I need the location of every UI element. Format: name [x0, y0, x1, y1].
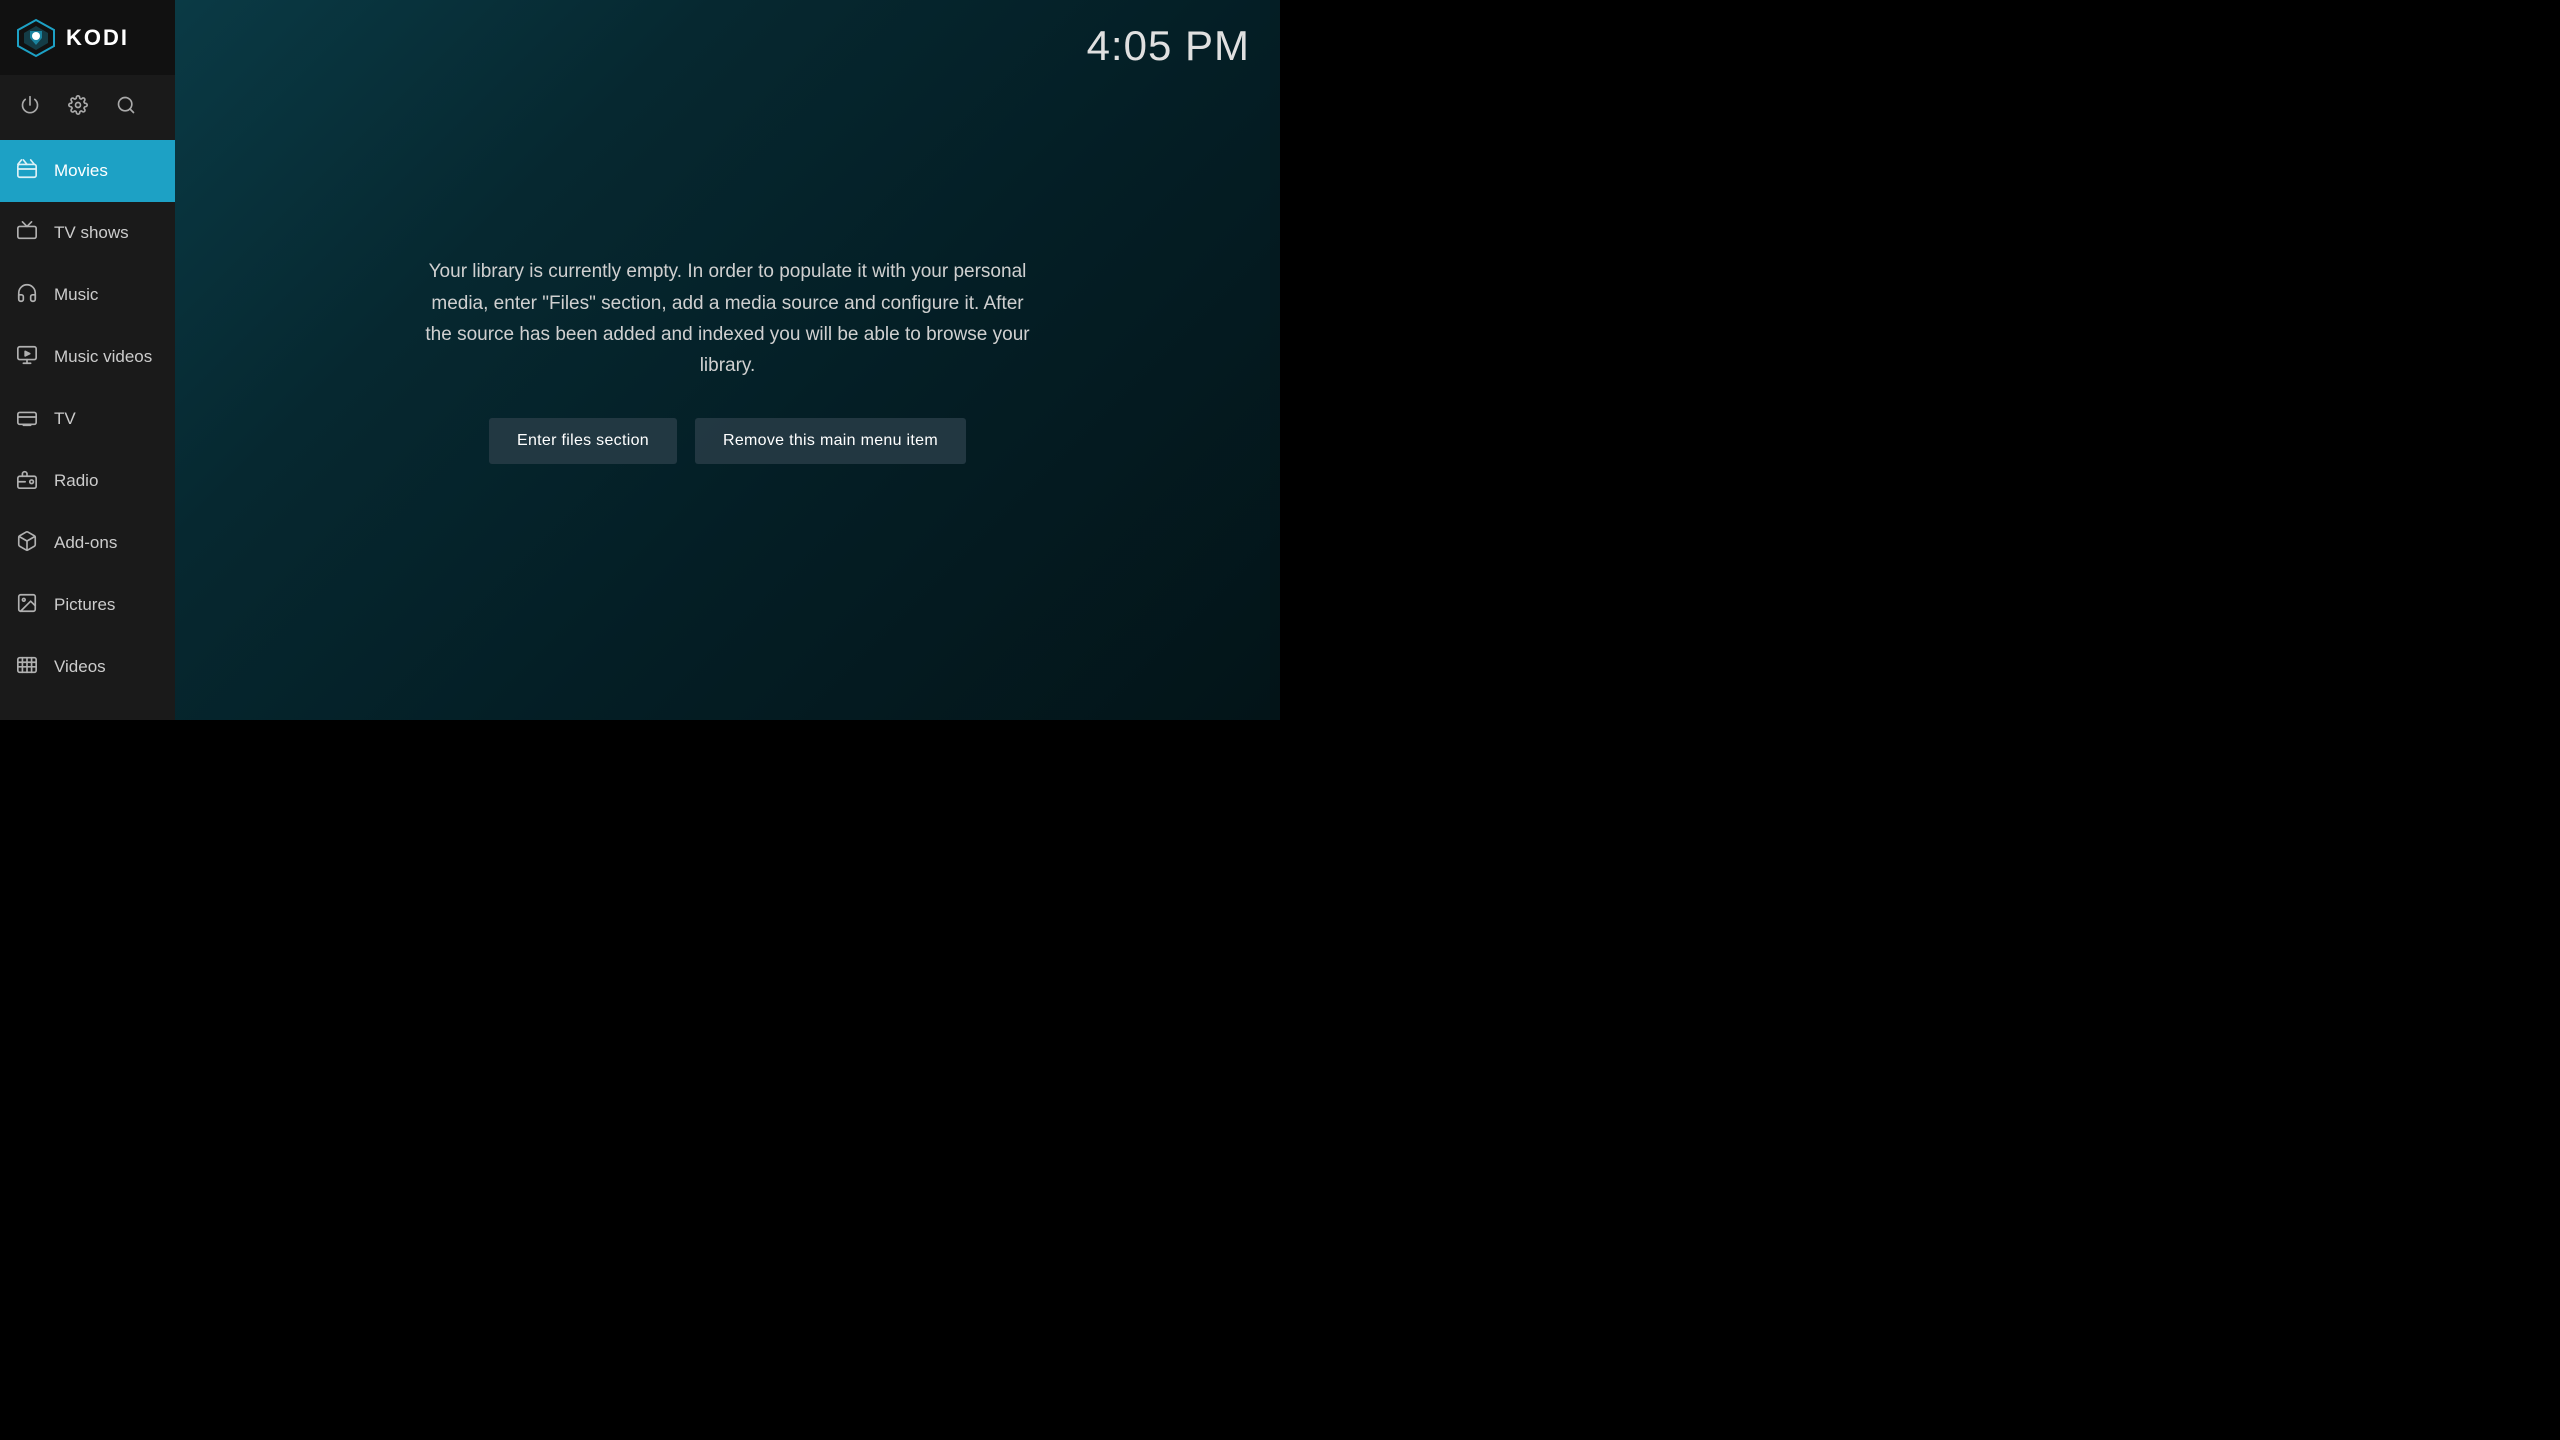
- clock-display: 4:05 PM: [1087, 22, 1250, 70]
- sidebar-label-movies: Movies: [54, 161, 108, 181]
- sidebar-item-music-videos[interactable]: Music videos: [0, 326, 175, 388]
- add-ons-icon: [14, 530, 40, 557]
- enter-files-button[interactable]: Enter files section: [489, 418, 677, 464]
- tv-icon: [14, 406, 40, 433]
- sidebar-label-tv: TV: [54, 409, 76, 429]
- music-icon: [14, 282, 40, 309]
- sidebar-item-radio[interactable]: Radio: [0, 450, 175, 512]
- sidebar-item-add-ons[interactable]: Add-ons: [0, 512, 175, 574]
- sidebar-item-tv-shows[interactable]: TV shows: [0, 202, 175, 264]
- sidebar-label-add-ons: Add-ons: [54, 533, 117, 553]
- sidebar-label-music: Music: [54, 285, 98, 305]
- tv-shows-icon: [14, 220, 40, 247]
- sidebar: KODI: [0, 0, 175, 720]
- sidebar-label-radio: Radio: [54, 471, 98, 491]
- empty-library-message: Your library is currently empty. In orde…: [418, 256, 1038, 381]
- sidebar-label-tv-shows: TV shows: [54, 223, 129, 243]
- sidebar-label-music-videos: Music videos: [54, 347, 152, 367]
- movies-icon: [14, 158, 40, 185]
- main-content: 4:05 PM Your library is currently empty.…: [175, 0, 1280, 720]
- pictures-icon: [14, 592, 40, 619]
- action-buttons: Enter files section Remove this main men…: [489, 418, 966, 464]
- remove-menu-item-button[interactable]: Remove this main menu item: [695, 418, 966, 464]
- videos-icon: [14, 654, 40, 681]
- music-videos-icon: [14, 344, 40, 371]
- app-title: KODI: [66, 25, 129, 51]
- app-container: KODI: [0, 0, 1280, 720]
- sidebar-item-music[interactable]: Music: [0, 264, 175, 326]
- sidebar-item-movies[interactable]: Movies: [0, 140, 175, 202]
- search-icon[interactable]: [116, 95, 136, 120]
- sidebar-controls: [0, 75, 175, 140]
- sidebar-item-tv[interactable]: TV: [0, 388, 175, 450]
- sidebar-nav: Movies TV shows: [0, 140, 175, 720]
- sidebar-item-videos[interactable]: Videos: [0, 636, 175, 698]
- sidebar-label-videos: Videos: [54, 657, 106, 677]
- kodi-logo-icon: [16, 18, 56, 58]
- sidebar-label-pictures: Pictures: [54, 595, 115, 615]
- power-icon[interactable]: [20, 95, 40, 120]
- sidebar-header: KODI: [0, 0, 175, 75]
- sidebar-item-pictures[interactable]: Pictures: [0, 574, 175, 636]
- content-center: Your library is currently empty. In orde…: [378, 256, 1078, 463]
- settings-icon[interactable]: [68, 95, 88, 120]
- radio-icon: [14, 468, 40, 495]
